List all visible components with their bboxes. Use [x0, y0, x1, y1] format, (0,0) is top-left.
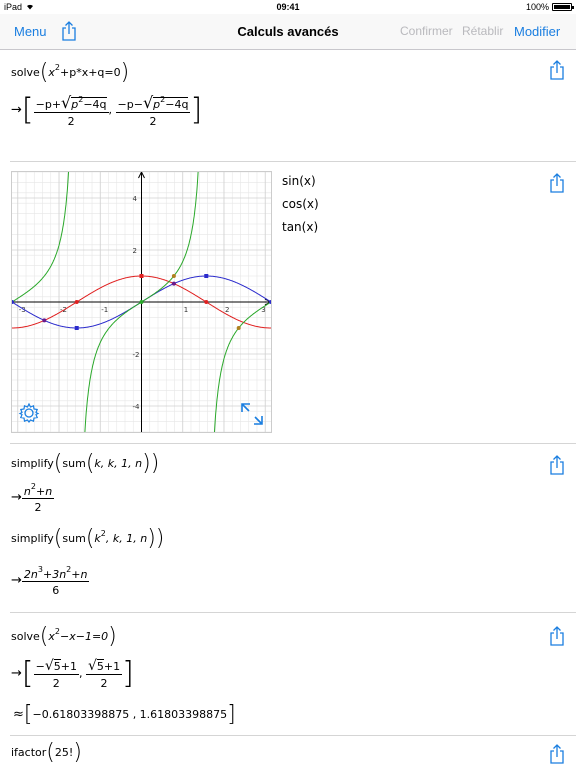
- approx-symbol: ≈: [13, 707, 24, 722]
- tan-root-marker: [139, 300, 144, 304]
- cell-separator: [10, 612, 576, 613]
- y-tick-label: -2: [133, 351, 140, 359]
- root1-rest: +1: [60, 660, 77, 673]
- eq-rest: −x−1=0: [60, 630, 109, 643]
- cell-separator: [10, 161, 576, 162]
- cell5-share-icon[interactable]: [549, 744, 565, 768]
- sin-extremum-marker: [74, 326, 79, 330]
- wifi-icon: [25, 2, 35, 12]
- cell3-share-icon[interactable]: [549, 455, 565, 480]
- carrier-label: iPad: [4, 2, 23, 12]
- confirm-button[interactable]: Confirmer: [400, 24, 453, 38]
- approx-values: −0.61803398875 , 1.61803398875: [32, 708, 228, 721]
- root1-prefix: −p+: [35, 98, 62, 111]
- intersection-marker: [171, 281, 176, 286]
- root2-denominator: 2: [100, 677, 108, 690]
- cell-separator: [10, 735, 576, 736]
- function-plot[interactable]: -3 -2 -1 1 2 342-2-4: [9, 147, 274, 457]
- root2-rest: +1: [103, 660, 121, 673]
- function-name: simplify: [11, 532, 54, 545]
- legend-sin: sin(x): [282, 174, 316, 188]
- root1-radicand: 5: [53, 659, 61, 673]
- root2-prefix: −p−: [117, 98, 143, 111]
- root1-denominator: 2: [67, 115, 75, 128]
- root2-radicand-rest: −4q: [165, 98, 189, 111]
- x-tick-label: 2: [225, 306, 229, 314]
- intersection-marker: [42, 318, 47, 323]
- cos-extremum-marker: [139, 274, 144, 278]
- cell1-input[interactable]: solve(x2+p*x+q=0): [11, 62, 129, 84]
- redo-button[interactable]: Rétablir: [462, 24, 503, 38]
- function-name-sum: sum: [62, 457, 86, 470]
- sum-args: k, k, 1, n: [94, 457, 143, 470]
- root2-radicand: 5: [96, 659, 104, 673]
- menu-button[interactable]: Menu: [14, 24, 47, 39]
- expand-icon[interactable]: [240, 402, 264, 431]
- edit-button[interactable]: Modifier: [514, 24, 560, 39]
- denominator: 2: [34, 501, 42, 514]
- function-name: solve: [11, 630, 40, 643]
- root1-denominator: 2: [52, 677, 60, 690]
- cell4-approx: ≈[−0.61803398875 , 1.61803398875]: [13, 702, 236, 727]
- y-tick-label: -4: [133, 403, 141, 411]
- cell3-input1[interactable]: simplify(sum(k, k, 1, n)): [11, 453, 159, 475]
- cell3-output2: → 2n3+3n2+n 6: [11, 565, 90, 597]
- cell3-output1: → n2+n 2: [11, 482, 55, 514]
- cell5-input[interactable]: ifactor(25!): [11, 742, 82, 764]
- status-time: 09:41: [276, 2, 300, 12]
- y-tick-label: 2: [133, 247, 137, 255]
- y-tick-label: 4: [133, 195, 138, 203]
- battery-icon: [552, 3, 574, 11]
- battery-percent: 100%: [525, 2, 549, 12]
- graph-view[interactable]: -3 -2 -1 1 2 3 4 2 -2 -4: [9, 147, 274, 457]
- navigation-bar: Menu Calculs avancés Confirmer Rétablir …: [0, 14, 576, 50]
- function-name: solve: [11, 66, 40, 79]
- eq-rest: +p*x+q=0: [60, 66, 121, 79]
- cell2-share-icon[interactable]: [549, 173, 565, 198]
- cell4-share-icon[interactable]: [549, 626, 565, 651]
- settings-gear-icon[interactable]: [18, 402, 40, 429]
- intersection-marker: [236, 326, 241, 330]
- x-tick-label: -1: [101, 306, 108, 314]
- sin-extremum-marker: [204, 274, 209, 278]
- cos-root-marker: [204, 300, 209, 304]
- cell-separator: [10, 443, 576, 444]
- sum-args: , k, 1, n: [105, 532, 148, 545]
- root2-denominator: 2: [149, 115, 157, 128]
- function-name: ifactor: [11, 746, 47, 759]
- num-var: n: [23, 485, 31, 498]
- ifactor-arg: 25!: [54, 746, 74, 759]
- status-bar: iPad 09:41 100%: [0, 0, 576, 14]
- cell4-input[interactable]: solve(x2−x−1=0): [11, 626, 117, 648]
- root1-sign: −: [35, 660, 45, 673]
- num-b: +3n: [42, 568, 67, 581]
- cell1-output: →[−p+√p2−4q 2, −p−√p2−4q 2]: [11, 92, 203, 128]
- cos-root-marker: [74, 300, 79, 304]
- intersection-marker: [171, 274, 176, 278]
- num-rest: +n: [35, 485, 53, 498]
- share-icon[interactable]: [61, 21, 77, 46]
- x-tick-label: 1: [184, 306, 188, 314]
- root1-radicand-rest: −4q: [83, 98, 107, 111]
- legend-cos: cos(x): [282, 197, 319, 211]
- cell3-input2[interactable]: simplify(sum(k2, k, 1, n)): [11, 528, 164, 550]
- function-name-sum: sum: [62, 532, 86, 545]
- denominator: 6: [52, 584, 60, 597]
- legend-tan: tan(x): [282, 220, 319, 234]
- cell1-share-icon[interactable]: [549, 60, 565, 85]
- cell4-output: →[−√5+1 2, √5+1 2]: [11, 656, 134, 691]
- num-a: 2n: [23, 568, 38, 581]
- num-c: +n: [71, 568, 88, 581]
- function-name: simplify: [11, 457, 54, 470]
